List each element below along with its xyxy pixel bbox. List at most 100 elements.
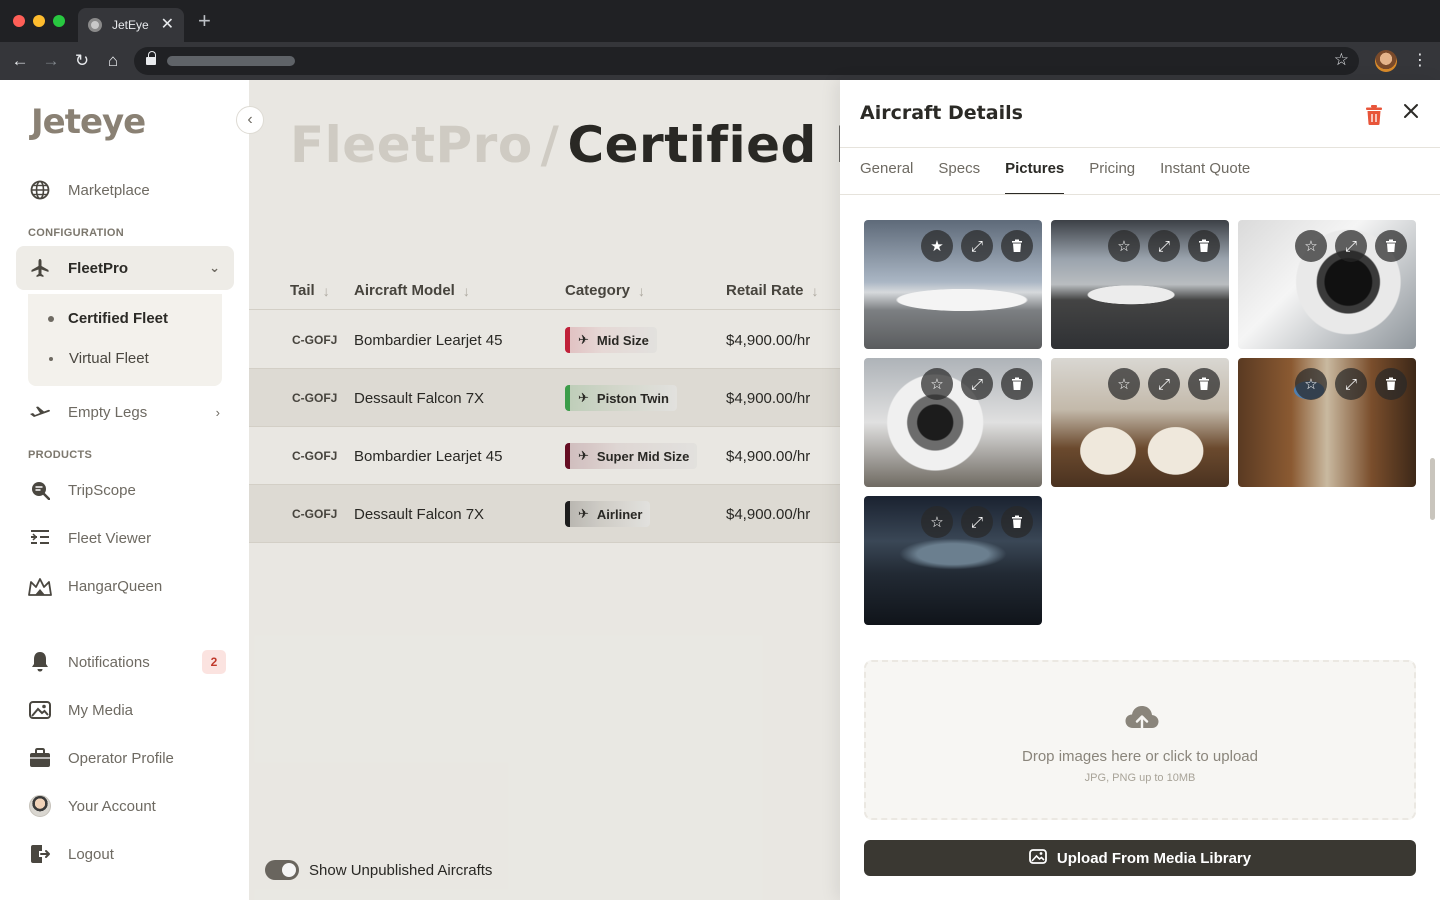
table-row[interactable]: C-GOFJ Bombardier Learjet 45 ✈ Mid Size $4,9… (249, 311, 840, 369)
window-close-button[interactable] (13, 15, 25, 27)
close-panel-button[interactable] (1399, 100, 1423, 124)
expand-icon[interactable]: ⤢ (1148, 230, 1180, 262)
sidebar-item-fleetpro[interactable]: FleetPro ⌄ (16, 246, 234, 290)
picture-thumbnail[interactable]: ☆ ⤢ (864, 358, 1042, 487)
aircraft-details-panel: Aircraft Details General Specs Pictures Pri… (840, 80, 1440, 900)
sidebar-item-marketplace[interactable]: Marketplace (16, 168, 234, 212)
back-icon[interactable]: ← (9, 50, 31, 72)
page-title: FleetPro/Certified Fleet (290, 116, 840, 174)
breadcrumb-separator: / (540, 116, 560, 174)
trash-icon[interactable] (1001, 506, 1033, 538)
tab-close-icon[interactable]: ✕ (161, 17, 174, 33)
sidebar-item-fleet-viewer[interactable]: Fleet Viewer (16, 516, 234, 560)
sidebar-collapse-button[interactable]: ‹ (236, 106, 264, 134)
table-row[interactable]: C-GOFJ Dessault Falcon 7X ✈ Piston Twin $4,9… (249, 369, 840, 427)
browser-tabstrip: JetEye ✕ + (0, 0, 1440, 42)
sidebar-item-label: TripScope (68, 481, 136, 499)
picture-thumbnail[interactable]: ★ ⤢ (864, 220, 1042, 349)
section-label-products: PRODUCTS (28, 449, 93, 461)
tab-general[interactable]: General (860, 160, 913, 194)
column-label: Tail (290, 282, 315, 299)
star-icon[interactable]: ☆ (1108, 230, 1140, 262)
sidebar-item-your-account[interactable]: Your Account (16, 784, 234, 828)
category-badge: ✈ Piston Twin (565, 385, 677, 411)
expand-icon[interactable]: ⤢ (961, 368, 993, 400)
home-icon[interactable]: ⌂ (102, 50, 124, 72)
delete-aircraft-button[interactable] (1364, 104, 1384, 126)
tab-specs[interactable]: Specs (938, 160, 980, 194)
sidebar-item-label: HangarQueen (68, 577, 163, 595)
upload-dropzone[interactable]: Drop images here or click to upload JPG,… (864, 660, 1416, 820)
fleetpro-submenu: Certified Fleet Virtual Fleet (28, 294, 222, 386)
star-icon[interactable]: ☆ (921, 368, 953, 400)
app: Jeteye Marketplace CONFIGURATION FleetPr… (0, 80, 1440, 900)
expand-icon[interactable]: ⤢ (961, 230, 993, 262)
trash-icon[interactable] (1001, 368, 1033, 400)
column-header-category[interactable]: Category ↓ (565, 282, 645, 299)
column-header-tail[interactable]: Tail ↓ (290, 282, 330, 299)
sidebar-item-certified-fleet[interactable]: Certified Fleet (48, 310, 168, 327)
sidebar-item-my-media[interactable]: My Media (16, 688, 234, 732)
thumbnail-actions: ☆ ⤢ (1108, 230, 1220, 262)
window-minimize-button[interactable] (33, 15, 45, 27)
picture-thumbnail[interactable]: ☆ ⤢ (1238, 220, 1416, 349)
sidebar-item-virtual-fleet[interactable]: Virtual Fleet (48, 350, 149, 367)
trash-icon[interactable] (1375, 230, 1407, 262)
reload-icon[interactable]: ↻ (71, 50, 93, 72)
sidebar-item-notifications[interactable]: Notifications 2 (16, 640, 234, 684)
star-icon[interactable]: ☆ (1295, 368, 1327, 400)
upload-from-media-library-button[interactable]: Upload From Media Library (864, 840, 1416, 876)
table-row[interactable]: C-GOFJ Bombardier Learjet 45 ✈ Super Mid Si… (249, 427, 840, 485)
new-tab-button[interactable]: + (198, 10, 211, 32)
expand-icon[interactable]: ⤢ (1335, 368, 1367, 400)
expand-icon[interactable]: ⤢ (1148, 368, 1180, 400)
table-row[interactable]: C-GOFJ Dessault Falcon 7X ✈ Airliner $4,900.… (249, 485, 840, 543)
rate-cell: $4,900.00/hr (726, 389, 811, 407)
star-filled-icon[interactable]: ★ (921, 230, 953, 262)
cloud-upload-icon (1124, 704, 1160, 739)
sidebar-item-tripscope[interactable]: TripScope (16, 468, 234, 512)
profile-avatar[interactable] (1375, 50, 1397, 72)
sidebar-item-logout[interactable]: Logout (16, 832, 234, 876)
sidebar-item-operator-profile[interactable]: Operator Profile (16, 736, 234, 780)
sidebar-item-hangarqueen[interactable]: HangarQueen (16, 564, 234, 608)
category-cell: ✈ Piston Twin (565, 369, 677, 427)
address-bar[interactable]: ☆ (134, 47, 1359, 75)
panel-scrollbar[interactable] (1430, 458, 1435, 520)
bookmark-star-icon[interactable]: ☆ (1334, 50, 1349, 70)
trash-icon[interactable] (1375, 368, 1407, 400)
breadcrumb-parent[interactable]: FleetPro (290, 116, 533, 174)
trash-icon[interactable] (1188, 368, 1220, 400)
tab-pictures[interactable]: Pictures (1005, 160, 1065, 195)
sidebar-item-label: Empty Legs (68, 403, 148, 421)
column-header-rate[interactable]: Retail Rate ↓ (726, 282, 819, 299)
trash-icon[interactable] (1188, 230, 1220, 262)
forward-icon[interactable]: → (40, 50, 62, 72)
main-content: FleetPro/Certified Fleet Tail ↓ Aircraft … (249, 80, 840, 900)
expand-icon[interactable]: ⤢ (961, 506, 993, 538)
picture-thumbnail[interactable]: ☆ ⤢ (864, 496, 1042, 625)
logo[interactable]: Jeteye (31, 102, 146, 142)
picture-thumbnail[interactable]: ☆ ⤢ (1238, 358, 1416, 487)
sidebar-item-label: Certified Fleet (68, 310, 169, 327)
column-header-model[interactable]: Aircraft Model ↓ (354, 282, 470, 299)
rate-cell: $4,900.00/hr (726, 447, 811, 465)
tail-cell: C-GOFJ (292, 449, 338, 463)
tab-instant-quote[interactable]: Instant Quote (1160, 160, 1250, 194)
window-zoom-button[interactable] (53, 15, 65, 27)
show-unpublished-toggle[interactable] (265, 860, 299, 880)
tab-pricing[interactable]: Pricing (1089, 160, 1135, 194)
trash-icon[interactable] (1001, 230, 1033, 262)
thumbnail-actions: ☆ ⤢ (1295, 230, 1407, 262)
star-icon[interactable]: ☆ (921, 506, 953, 538)
sidebar-item-label: Virtual Fleet (69, 350, 149, 367)
browser-tab[interactable]: JetEye ✕ (78, 8, 184, 42)
star-icon[interactable]: ☆ (1108, 368, 1140, 400)
picture-thumbnail[interactable]: ☆ ⤢ (1051, 220, 1229, 349)
picture-thumbnail[interactable]: ☆ ⤢ (1051, 358, 1229, 487)
star-icon[interactable]: ☆ (1295, 230, 1327, 262)
browser-menu-icon[interactable]: ⋮ (1412, 50, 1428, 70)
expand-icon[interactable]: ⤢ (1335, 230, 1367, 262)
trash-icon (1366, 105, 1382, 125)
sidebar-item-empty-legs[interactable]: Empty Legs › (16, 390, 234, 434)
